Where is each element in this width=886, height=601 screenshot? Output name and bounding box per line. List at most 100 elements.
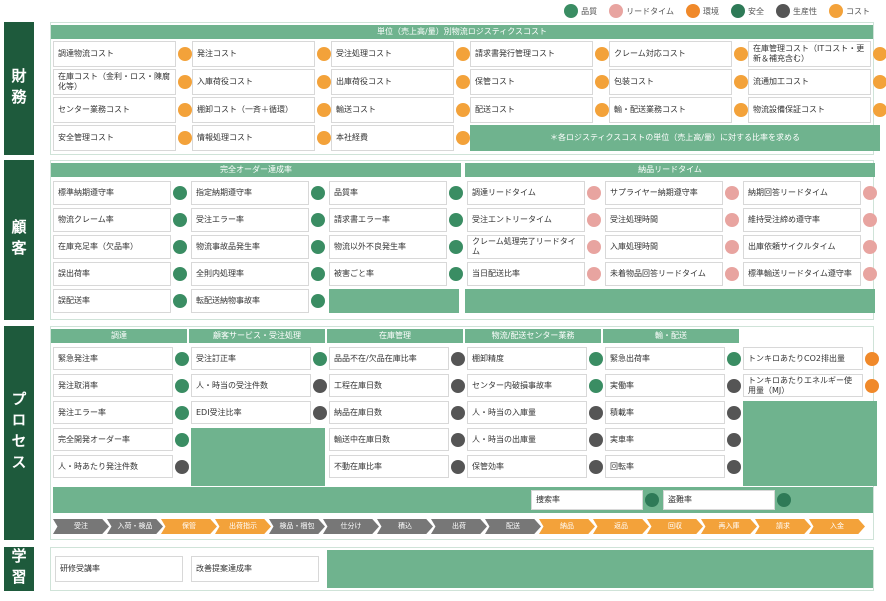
leadtime-icon: [725, 186, 739, 200]
finance-cell: センター業務コスト: [53, 97, 176, 123]
quality-icon: [173, 213, 187, 227]
process-flow-step: 保管: [161, 519, 217, 534]
quality-icon: [449, 186, 463, 200]
customer-cell: クレーム処理完了リードタイム: [467, 235, 585, 259]
quality-icon: [449, 240, 463, 254]
quality-icon: [311, 240, 325, 254]
process-flow-step: 返品: [593, 519, 649, 534]
process-fill: [191, 428, 325, 486]
quality-icon: [173, 186, 187, 200]
productivity-icon: [727, 433, 741, 447]
customer-cell: 指定納期遵守率: [191, 181, 309, 205]
customer-cell: 品質率: [329, 181, 447, 205]
customer-left-header: 完全オーダー達成率: [51, 163, 461, 177]
customer-cell: 在庫充足率（欠品率）: [53, 235, 171, 259]
process-bottom-cell: 盗難率: [663, 490, 775, 510]
process-cell: 発注取消率: [53, 374, 173, 397]
legend-label: リードタイム: [626, 6, 674, 16]
process-bottom-cell: 捜索率: [531, 490, 643, 510]
process-cell: 回転率: [605, 455, 725, 478]
process-flow-step: 納品: [539, 519, 595, 534]
customer-cell: 出庫依頼サイクルタイム: [743, 235, 861, 259]
cost-icon: [178, 75, 192, 89]
learning-cell: 研修受講率: [55, 556, 183, 582]
environment-icon: [865, 352, 879, 366]
cost-icon: [734, 103, 748, 117]
finance-cell: クレーム対応コスト: [609, 41, 732, 67]
legend-item: 生産性: [776, 4, 817, 18]
productivity-icon: [451, 379, 465, 393]
process-cell: 不動在庫比率: [329, 455, 449, 478]
process-cell: 人・時当の出庫量: [467, 428, 587, 451]
customer-cell: 当日配送比率: [467, 262, 585, 286]
customer-right-header: 納品リードタイム: [465, 163, 875, 177]
section-customer-label: 顧客: [4, 160, 34, 320]
cost-icon: [873, 47, 886, 61]
productivity-icon: [451, 406, 465, 420]
finance-header: 単位（売上高/量）別物流ロジスティクスコスト: [51, 25, 873, 39]
process-cell: 受注訂正率: [191, 347, 311, 370]
finance-cell: 請求書発行管理コスト: [470, 41, 593, 67]
process-cell: EDI受注比率: [191, 401, 311, 424]
finance-cell: 受注処理コスト: [331, 41, 454, 67]
quality-icon: [311, 267, 325, 281]
customer-cell: 入庫処理時間: [605, 235, 723, 259]
cost-icon: [317, 75, 331, 89]
process-cell: トンキロあたりエネルギー使用量（MJ）: [743, 374, 863, 397]
productivity-icon: [451, 460, 465, 474]
quality-icon: [173, 240, 187, 254]
process-cell: 緊急発注率: [53, 347, 173, 370]
quality-icon: [727, 352, 741, 366]
finance-cell: 輸送コスト: [331, 97, 454, 123]
finance-cell: 包装コスト: [609, 69, 732, 95]
legend-label: 安全: [748, 6, 764, 16]
process-cell: 人・時当の入庫量: [467, 401, 587, 424]
process-cell: 輸送中在庫日数: [329, 428, 449, 451]
customer-cell: サプライヤー納期遵守率: [605, 181, 723, 205]
process-flow-step: 仕分け: [323, 519, 379, 534]
productivity-icon: [313, 379, 327, 393]
quality-icon: [173, 294, 187, 308]
legend-item: 品質: [564, 4, 597, 18]
customer-cell: 未着物品回答リードタイム: [605, 262, 723, 286]
process-cell: 人・時あたり発注件数: [53, 455, 173, 478]
productivity-icon: [727, 406, 741, 420]
leadtime-icon: [725, 213, 739, 227]
process-cell: 緊急出荷率: [605, 347, 725, 370]
process-flow-step: 請求: [755, 519, 811, 534]
quality-icon: [311, 186, 325, 200]
environment-icon: [686, 4, 700, 18]
process-header: 輸・配送: [603, 329, 739, 343]
finance-cell: 流通加工コスト: [748, 69, 871, 95]
finance-note: ＊各ロジスティクスコストの単位（売上高/量）に対する比率を求める: [550, 133, 800, 142]
quality-icon: [449, 267, 463, 281]
process-cell: 棚卸精度: [467, 347, 587, 370]
leadtime-icon: [609, 4, 624, 18]
leadtime-icon: [587, 267, 601, 281]
process-cell: 工程在庫日数: [329, 374, 449, 397]
productivity-icon: [451, 352, 465, 366]
productivity-icon: [589, 433, 603, 447]
process-cell: 保管効率: [467, 455, 587, 478]
legend-label: 生産性: [793, 6, 817, 16]
process-flow-step: 配送: [485, 519, 541, 534]
quality-icon: [311, 213, 325, 227]
cost-icon: [873, 75, 886, 89]
finance-cell: 在庫コスト（金利・ロス・陳腐化等）: [53, 69, 176, 95]
leadtime-icon: [725, 267, 739, 281]
process-cell: センター内破損事故率: [467, 374, 587, 397]
learning-fill: [327, 550, 873, 588]
process-flow-step: 受注: [53, 519, 109, 534]
process-flow-step: 出荷: [431, 519, 487, 534]
legend-label: 品質: [581, 6, 598, 16]
process-cell: 納品在庫日数: [329, 401, 449, 424]
finance-cell: 発注コスト: [192, 41, 315, 67]
finance-cell: 出庫荷役コスト: [331, 69, 454, 95]
quality-icon: [449, 213, 463, 227]
customer-fill: [465, 289, 875, 313]
finance-cell: 棚卸コスト（一斉＋循環）: [192, 97, 315, 123]
process-cell: 完全開発オーダー率: [53, 428, 173, 451]
leadtime-icon: [863, 267, 877, 281]
process-cell: 品品不在/欠品在庫比率: [329, 347, 449, 370]
quality-icon: [175, 433, 189, 447]
